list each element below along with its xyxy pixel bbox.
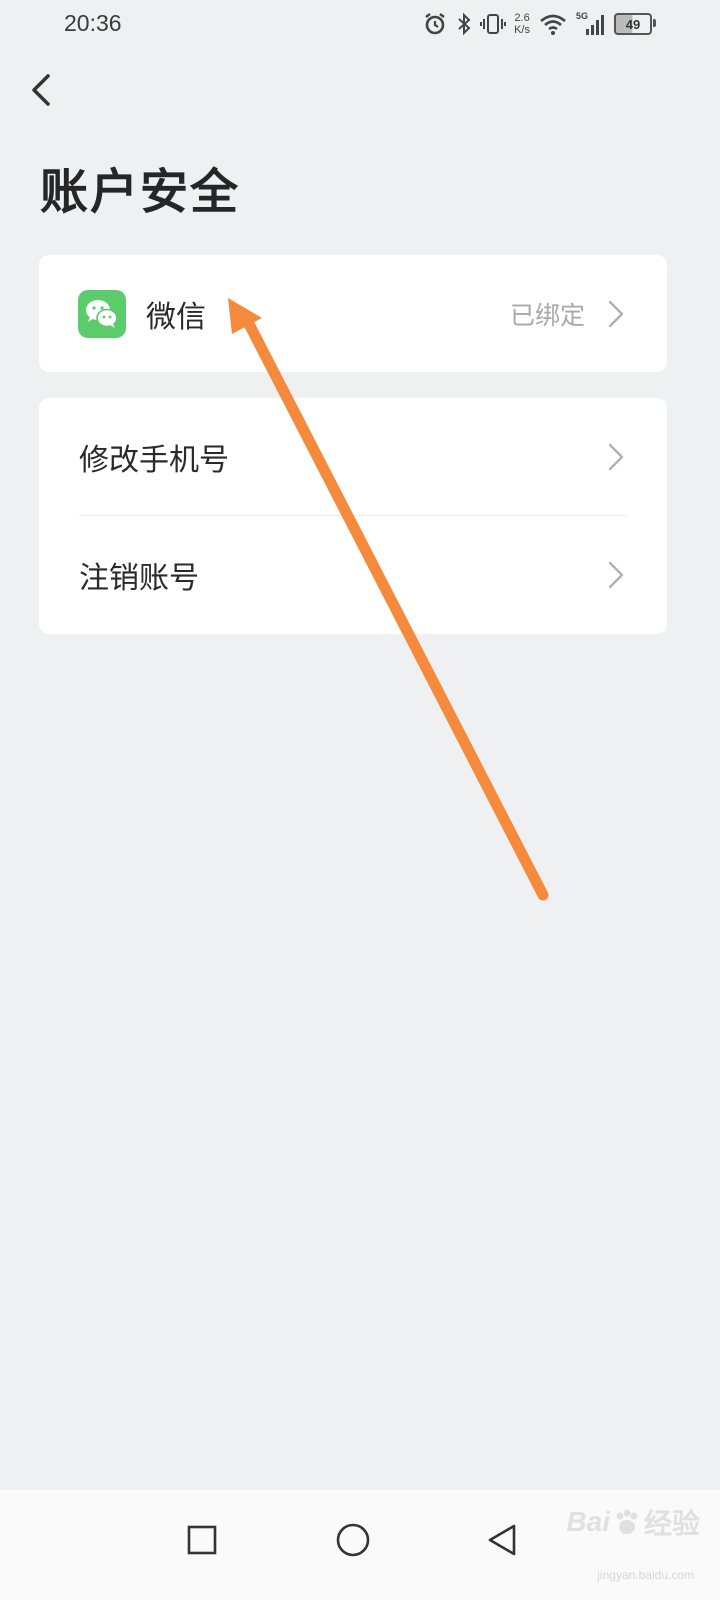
wechat-label: 微信 (146, 300, 206, 335)
status-bar: 20:36 2.6 K/s 5G 49 (0, 0, 720, 50)
square-icon (187, 1525, 217, 1555)
paw-icon (616, 1509, 638, 1534)
back-nav-button[interactable] (472, 1510, 532, 1570)
watermark-brand: Bai (566, 1506, 610, 1537)
signal-group: 5G (576, 11, 606, 37)
watermark-url: jingyan.baidu.com (597, 1568, 694, 1582)
chevron-right-icon (608, 300, 624, 328)
watermark: Bai 经验 (566, 1502, 700, 1542)
triangle-back-icon (488, 1524, 516, 1556)
signal-icon (586, 15, 604, 35)
vibrate-icon (480, 14, 507, 34)
circle-icon (336, 1523, 370, 1557)
cancel-account-label: 注销账号 (79, 561, 199, 596)
recent-apps-button[interactable] (172, 1510, 232, 1570)
wifi-icon (540, 14, 566, 35)
wechat-status: 已绑定 (509, 301, 585, 330)
status-icons: 2.6 K/s 5G 49 (422, 8, 656, 40)
wechat-card: 微信 已绑定 (39, 255, 667, 372)
back-button[interactable] (26, 68, 62, 112)
navigation-bar: Bai 经验 jingyan.baidu.com (0, 1490, 720, 1600)
battery-level: 49 (625, 16, 641, 32)
cancel-account-row[interactable]: 注销账号 (39, 516, 667, 634)
net-speed-value: 2.6 (514, 12, 530, 24)
change-phone-row[interactable]: 修改手机号 (39, 398, 667, 516)
alarm-icon (425, 13, 445, 35)
watermark-brand-tail: 经验 (643, 1508, 700, 1539)
change-phone-label: 修改手机号 (79, 443, 229, 478)
chevron-right-icon (608, 443, 624, 471)
wechat-row[interactable]: 微信 已绑定 (39, 255, 667, 373)
status-time: 20:36 (64, 10, 122, 36)
wechat-icon (78, 290, 126, 338)
home-button[interactable] (323, 1510, 383, 1570)
bluetooth-icon (458, 12, 471, 36)
net-speed: 2.6 K/s (514, 12, 530, 36)
chevron-left-icon (32, 74, 50, 106)
chevron-right-icon (608, 561, 624, 589)
battery-icon: 49 (614, 13, 656, 35)
page-title: 账户安全 (40, 164, 241, 220)
net-speed-unit: K/s (514, 24, 530, 36)
account-card: 修改手机号 注销账号 (39, 398, 667, 634)
